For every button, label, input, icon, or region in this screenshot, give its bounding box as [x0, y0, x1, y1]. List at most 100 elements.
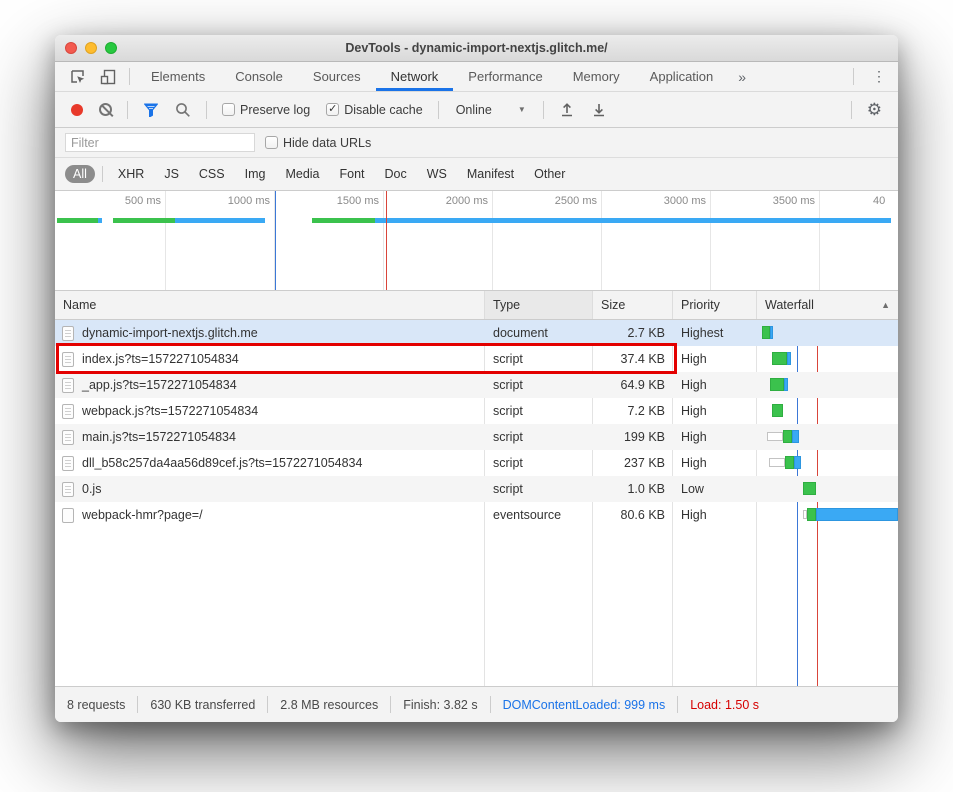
throttling-value: Online [456, 103, 492, 117]
timeline-overview[interactable]: 500 ms 1000 ms 1500 ms 2000 ms 2500 ms 3… [55, 191, 898, 291]
device-toolbar-button[interactable] [93, 62, 123, 91]
devtools-window: DevTools - dynamic-import-nextjs.glitch.… [55, 35, 898, 722]
tab-console[interactable]: Console [220, 62, 298, 91]
checkbox-unchecked-icon [222, 103, 235, 116]
settings-button[interactable]: ⚙ [861, 97, 888, 123]
table-row[interactable]: webpack-hmr?page=/ eventsource 80.6 KB H… [55, 502, 898, 528]
filter-pill-all[interactable]: All [65, 165, 95, 183]
gridline [601, 191, 602, 290]
clear-icon [99, 103, 112, 116]
table-row[interactable]: main.js?ts=1572271054834 script 199 KB H… [55, 424, 898, 450]
load-time: Load: 1.50 s [678, 698, 771, 712]
request-size: 2.7 KB [593, 326, 673, 340]
tab-performance[interactable]: Performance [453, 62, 557, 91]
divider [853, 68, 854, 85]
column-header-name[interactable]: Name [55, 291, 485, 319]
filter-toggle-button[interactable] [137, 100, 165, 120]
requests-table-body: dynamic-import-nextjs.glitch.me document… [55, 320, 898, 686]
waterfall-cell [757, 320, 898, 346]
table-row[interactable]: index.js?ts=1572271054834 script 37.4 KB… [55, 346, 898, 372]
table-row[interactable]: _app.js?ts=1572271054834 script 64.9 KB … [55, 372, 898, 398]
import-har-button[interactable] [553, 99, 581, 121]
column-header-type[interactable]: Type [485, 291, 593, 319]
hide-data-urls-label: Hide data URLs [283, 136, 371, 150]
waterfall-cell [757, 372, 898, 398]
column-header-priority[interactable]: Priority [673, 291, 757, 319]
request-priority: Highest [673, 326, 757, 340]
filter-pill-font[interactable]: Font [332, 165, 373, 183]
close-button[interactable] [65, 42, 77, 54]
filter-pill-doc[interactable]: Doc [377, 165, 415, 183]
file-icon [62, 378, 74, 393]
resources-size: 2.8 MB resources [268, 698, 390, 712]
time-label: 500 ms [101, 195, 161, 207]
domcontentloaded-line [275, 191, 276, 290]
filter-pill-media[interactable]: Media [277, 165, 327, 183]
waterfall-bar [772, 404, 783, 417]
export-har-button[interactable] [585, 99, 613, 121]
record-network-log-button[interactable] [65, 101, 89, 119]
filter-input[interactable] [65, 133, 255, 152]
request-priority: High [673, 404, 757, 418]
load-event-line [386, 191, 387, 290]
search-button[interactable] [169, 99, 197, 121]
waterfall-bar [762, 326, 770, 339]
checkbox-checked-icon: ✓ [326, 103, 339, 116]
file-icon [62, 430, 74, 445]
column-header-waterfall[interactable]: Waterfall ▲ [757, 291, 898, 319]
request-priority: High [673, 430, 757, 444]
minimize-button[interactable] [85, 42, 97, 54]
file-icon [62, 456, 74, 471]
waterfall-cell [757, 502, 898, 528]
transferred-size: 630 KB transferred [138, 698, 267, 712]
column-header-size[interactable]: Size [593, 291, 673, 319]
request-type: document [485, 326, 593, 340]
requests-table-header: Name Type Size Priority Waterfall ▲ [55, 291, 898, 320]
filter-pill-js[interactable]: JS [156, 165, 187, 183]
clear-network-log-button[interactable] [93, 100, 118, 119]
divider [206, 101, 207, 119]
devtools-menu-button[interactable]: ⋮ [860, 62, 898, 91]
table-row[interactable]: 0.js script 1.0 KB Low [55, 476, 898, 502]
hide-data-urls-checkbox[interactable]: Hide data URLs [265, 136, 371, 150]
filter-pill-xhr[interactable]: XHR [110, 165, 152, 183]
waterfall-header-label: Waterfall [765, 298, 814, 312]
search-icon [175, 102, 191, 118]
throttling-dropdown[interactable]: Online ▼ [448, 103, 534, 117]
filter-pill-css[interactable]: CSS [191, 165, 233, 183]
device-toolbar-icon [100, 69, 116, 85]
time-label: 3000 ms [646, 195, 706, 207]
tab-memory[interactable]: Memory [558, 62, 635, 91]
disable-cache-label: Disable cache [344, 103, 423, 117]
waterfall-bar [769, 458, 785, 467]
filter-pill-img[interactable]: Img [237, 165, 274, 183]
finish-time: Finish: 3.82 s [391, 698, 489, 712]
table-row[interactable]: dll_b58c257da4aa56d89cef.js?ts=157227105… [55, 450, 898, 476]
table-row[interactable]: webpack.js?ts=1572271054834 script 7.2 K… [55, 398, 898, 424]
inspect-element-button[interactable] [63, 62, 93, 91]
request-priority: High [673, 456, 757, 470]
tab-sources[interactable]: Sources [298, 62, 376, 91]
overview-bar [312, 218, 375, 223]
preserve-log-checkbox[interactable]: Preserve log [216, 103, 316, 117]
waterfall-bar [794, 456, 801, 469]
fullscreen-button[interactable] [105, 42, 117, 54]
filter-pill-manifest[interactable]: Manifest [459, 165, 522, 183]
tab-application[interactable]: Application [635, 62, 729, 91]
time-label: 1500 ms [319, 195, 379, 207]
tab-elements[interactable]: Elements [136, 62, 220, 91]
spacer [756, 62, 847, 91]
overview-bar [375, 218, 891, 223]
waterfall-bar [783, 430, 792, 443]
time-label: 2000 ms [428, 195, 488, 207]
filter-pill-other[interactable]: Other [526, 165, 573, 183]
gridline [710, 191, 711, 290]
disable-cache-checkbox[interactable]: ✓ Disable cache [320, 103, 429, 117]
waterfall-cell [757, 346, 898, 372]
request-type: script [485, 352, 593, 366]
filter-pill-ws[interactable]: WS [419, 165, 455, 183]
tab-network[interactable]: Network [376, 62, 454, 91]
table-row[interactable]: dynamic-import-nextjs.glitch.me document… [55, 320, 898, 346]
more-tabs-button[interactable]: » [728, 62, 756, 91]
waterfall-bar [803, 482, 816, 495]
